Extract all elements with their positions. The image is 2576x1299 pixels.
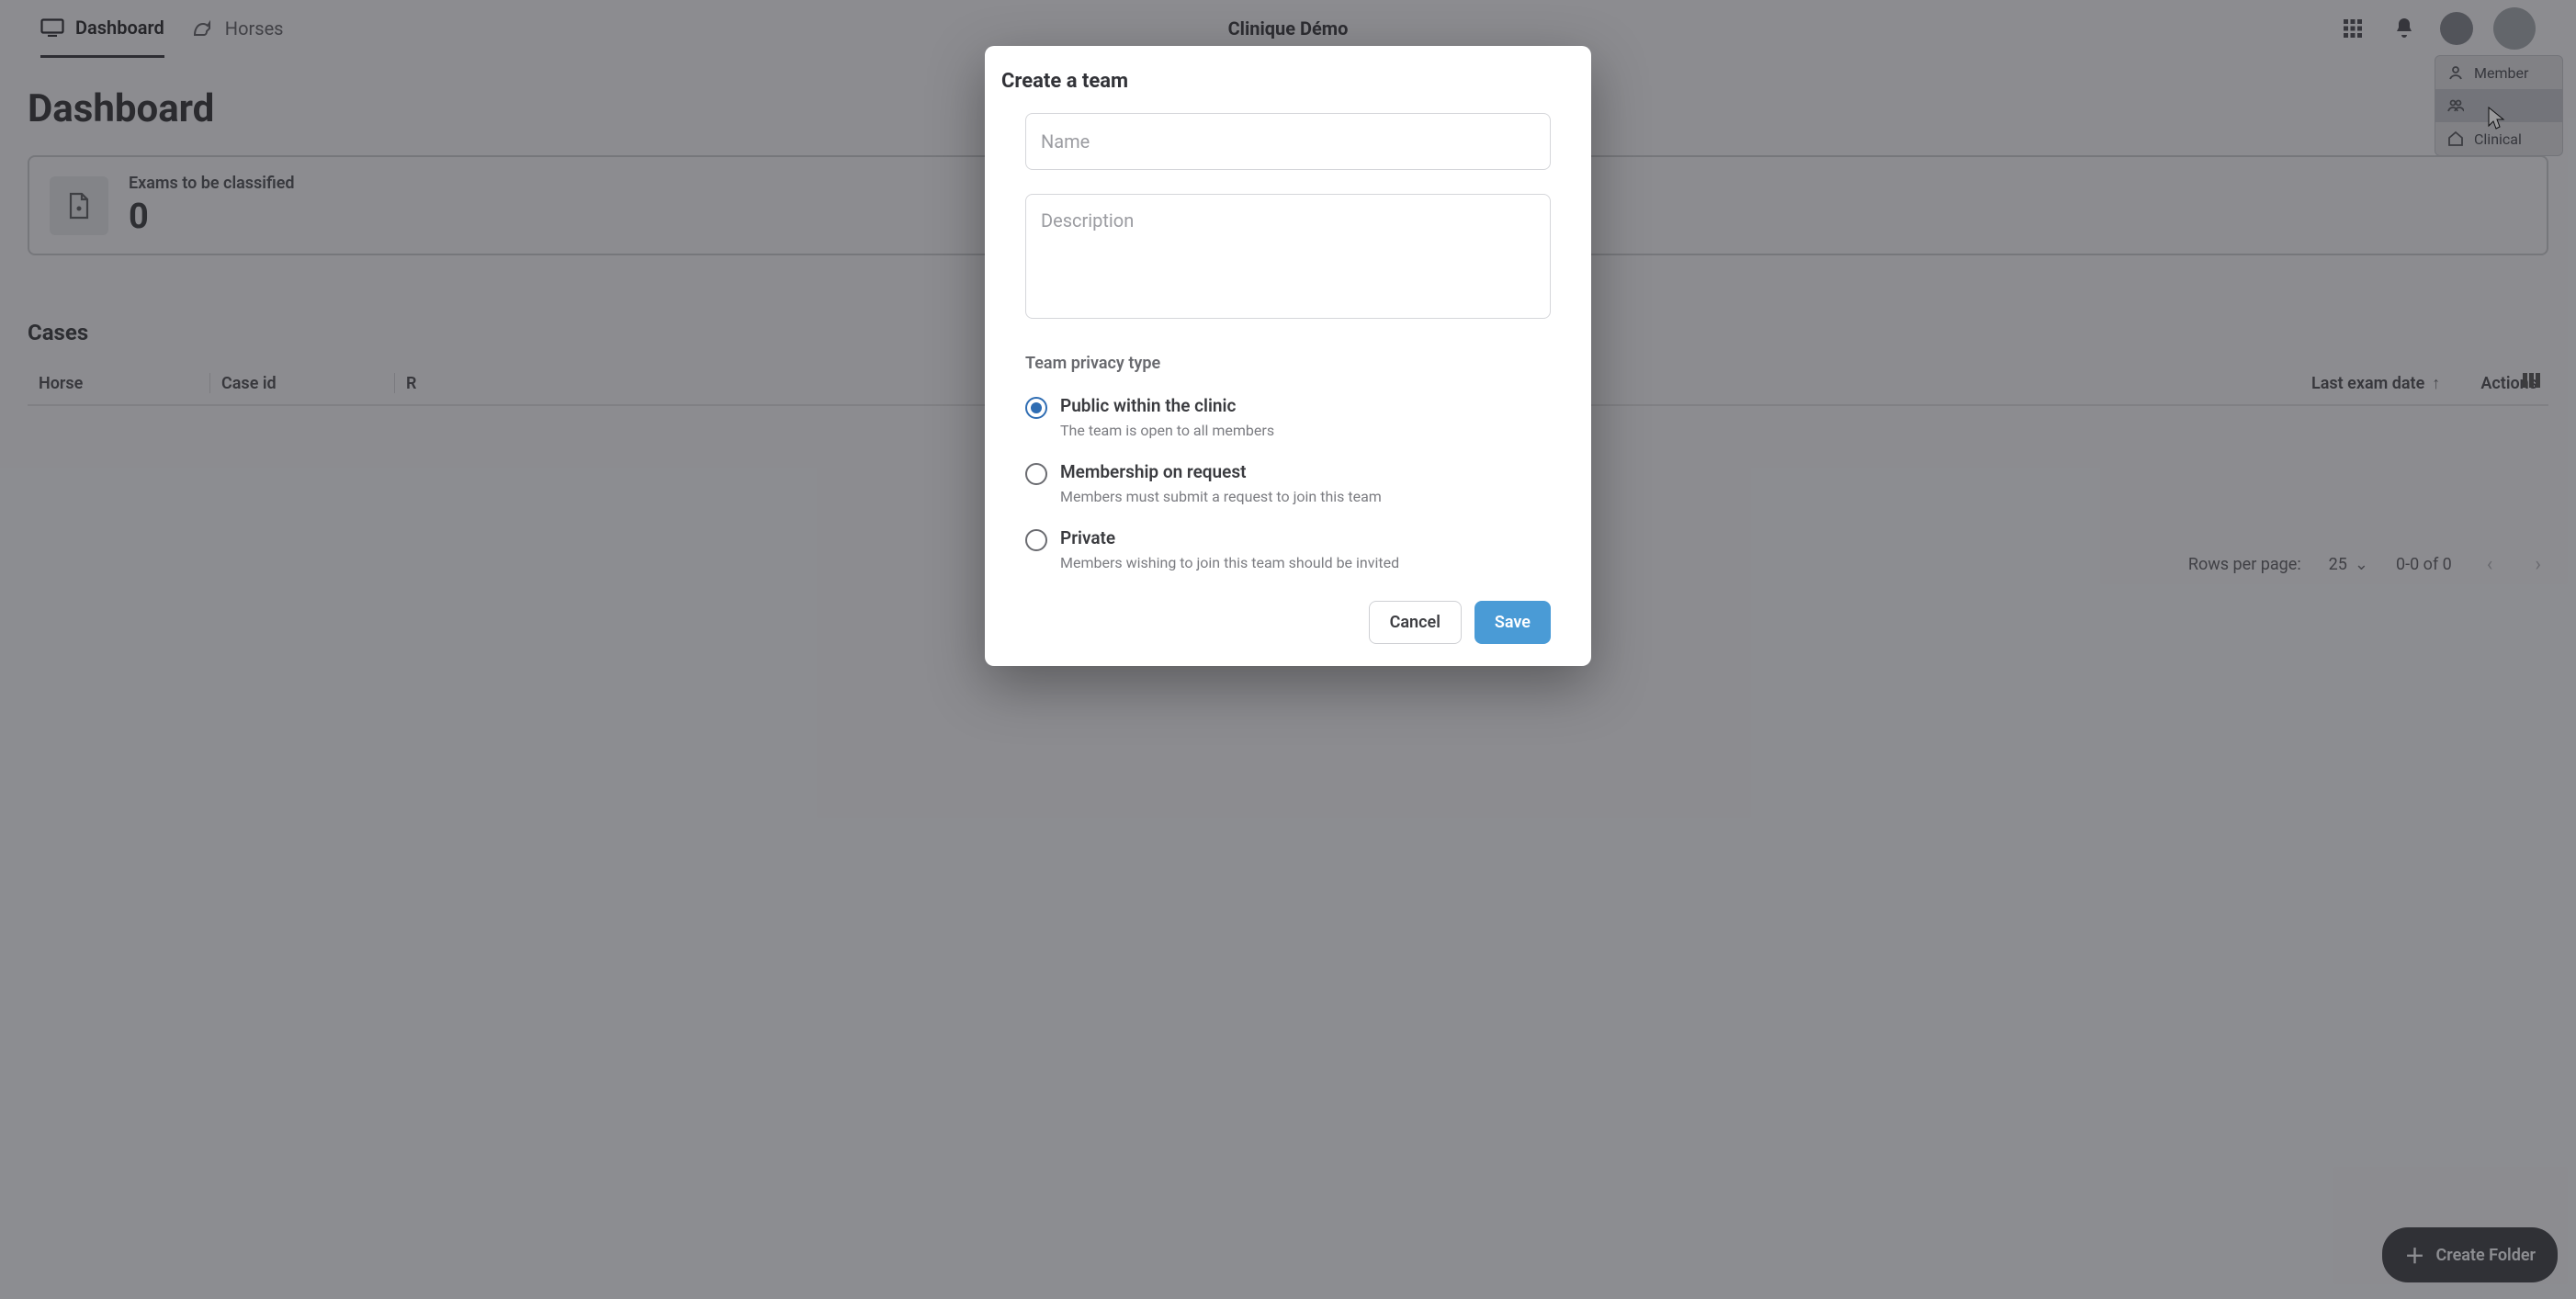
privacy-option-desc: The team is open to all members [1060, 422, 1274, 439]
privacy-option-request[interactable]: Membership on request Members must submi… [1025, 461, 1551, 505]
privacy-option-private[interactable]: Private Members wishing to join this tea… [1025, 527, 1551, 571]
privacy-option-title: Public within the clinic [1060, 395, 1274, 416]
privacy-option-title: Private [1060, 527, 1399, 548]
cancel-button[interactable]: Cancel [1369, 601, 1462, 644]
privacy-option-public[interactable]: Public within the clinic The team is ope… [1025, 395, 1551, 439]
radio-icon [1025, 529, 1047, 551]
save-button[interactable]: Save [1474, 601, 1551, 644]
create-team-modal: Create a team Team privacy type Public w… [985, 46, 1591, 666]
modal-title: Create a team [1001, 70, 1575, 93]
privacy-section-label: Team privacy type [1025, 354, 1551, 373]
privacy-option-title: Membership on request [1060, 461, 1382, 482]
radio-icon [1025, 397, 1047, 419]
team-name-input[interactable] [1025, 113, 1551, 170]
radio-icon [1025, 463, 1047, 485]
privacy-option-desc: Members must submit a request to join th… [1060, 488, 1382, 505]
team-description-input[interactable] [1025, 194, 1551, 319]
modal-overlay[interactable]: Create a team Team privacy type Public w… [0, 0, 2576, 1299]
privacy-option-desc: Members wishing to join this team should… [1060, 554, 1399, 571]
